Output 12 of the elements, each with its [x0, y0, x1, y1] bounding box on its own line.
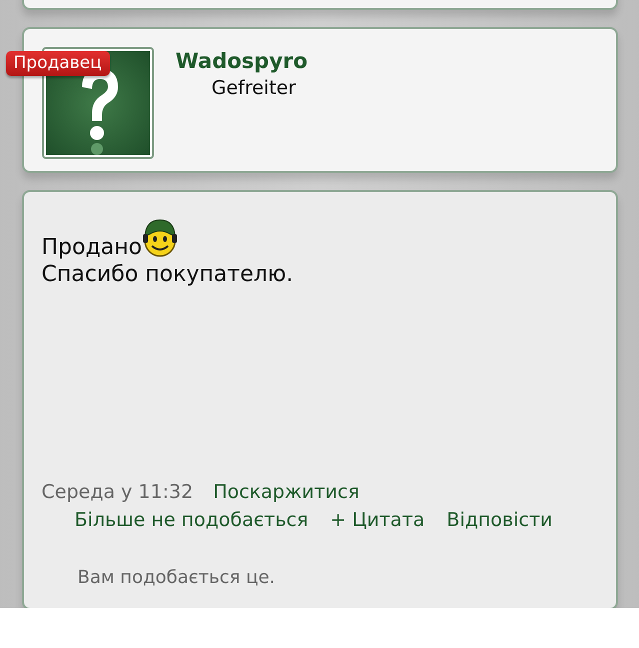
likes-text: Вам подобається це. — [78, 567, 276, 588]
action-link[interactable]: + Цитата — [330, 509, 425, 531]
report-link[interactable]: Поскаржитися — [213, 481, 360, 503]
post-text: Спасибо покупателю. — [42, 262, 294, 287]
post-text: Продано — [42, 235, 142, 260]
action-link[interactable]: Відповісти — [446, 509, 552, 531]
user-rank: Gefreiter — [212, 77, 297, 99]
action-link[interactable]: Більше не подобається — [74, 509, 308, 531]
username-link[interactable]: Wadospyro — [176, 49, 308, 73]
seller-badge: Продавец — [6, 51, 110, 76]
smiley-icon — [142, 218, 178, 258]
post-date: Середа у 11:32 — [42, 481, 194, 503]
